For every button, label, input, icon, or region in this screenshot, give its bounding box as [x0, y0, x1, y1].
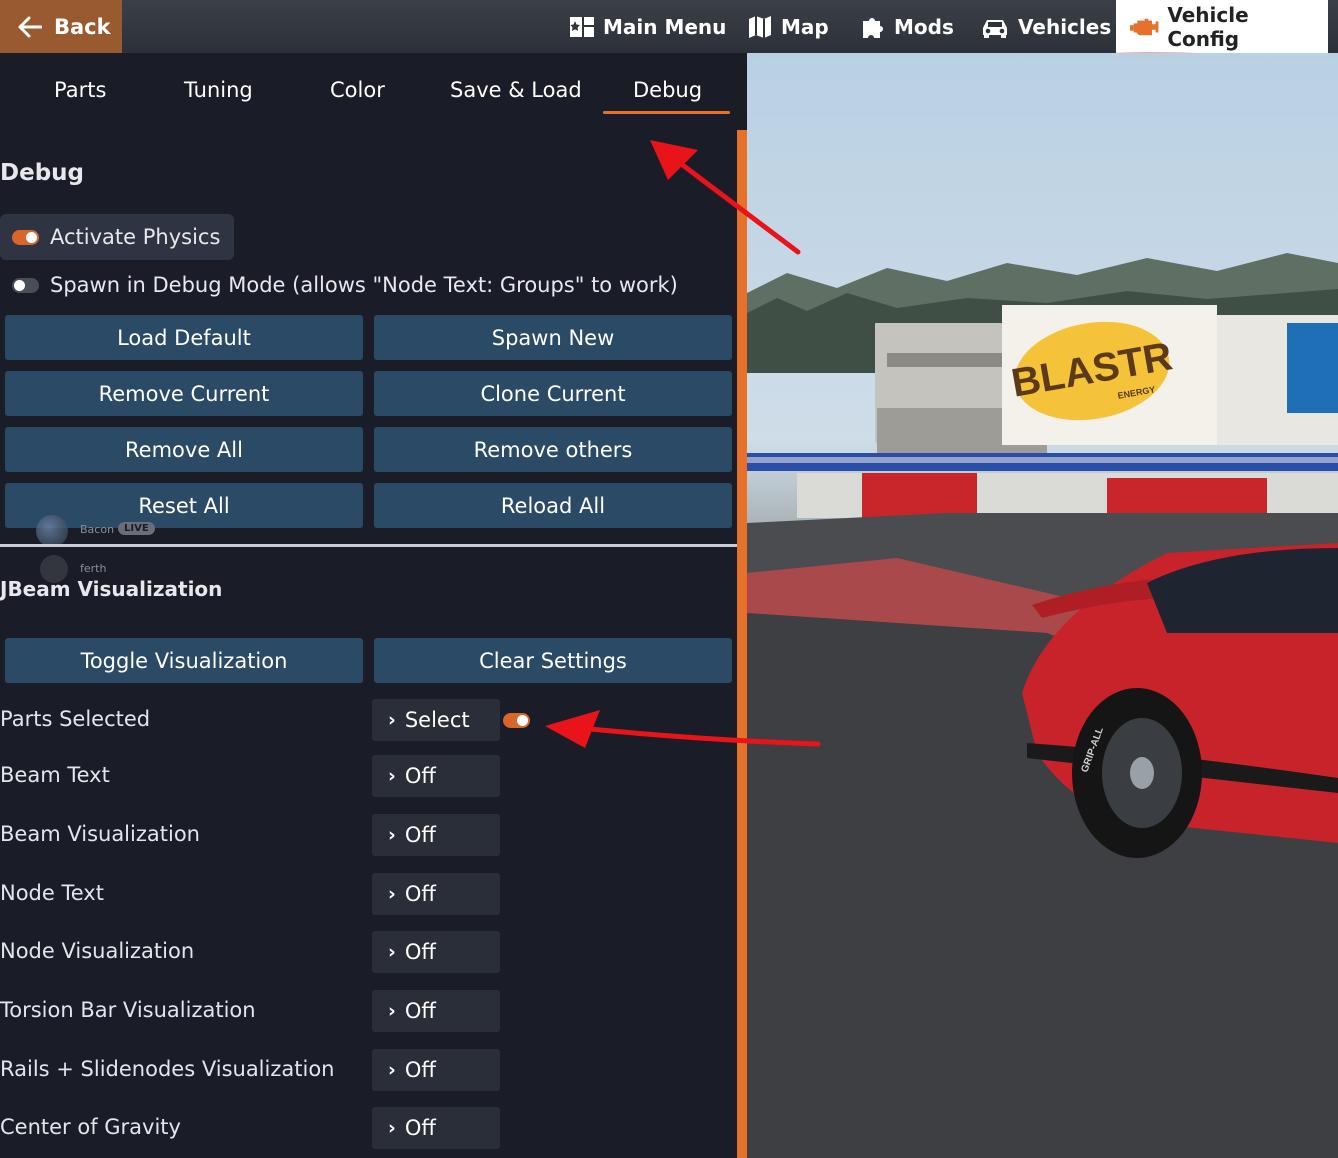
annotation-arrow-head-icon-2 [545, 710, 600, 748]
annotation-arrows [545, 140, 821, 748]
